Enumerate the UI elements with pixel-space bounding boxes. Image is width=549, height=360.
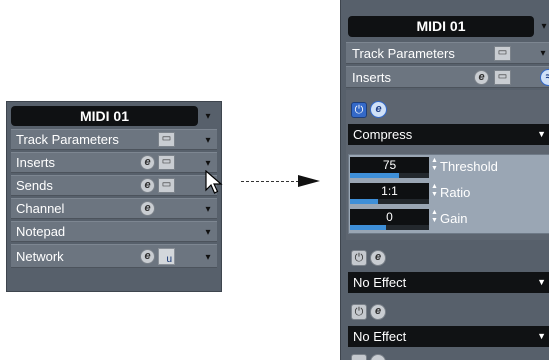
spin-arrows-icon[interactable]: ▲ ▼ <box>431 183 438 199</box>
expand-arrows-icon[interactable]: ▾ <box>203 253 213 263</box>
edit-icon[interactable]: e <box>370 101 387 118</box>
expand-arrows-icon[interactable]: ▾ <box>203 159 213 169</box>
edit-icon[interactable]: e <box>140 155 155 170</box>
section-label: Track Parameters <box>16 132 119 147</box>
mouse-pointer-icon <box>205 170 223 194</box>
preset-box-icon[interactable]: ▭ <box>494 46 511 61</box>
section-label: Sends <box>16 178 53 193</box>
power-icon[interactable]: ⏻ <box>351 102 367 118</box>
network-user-icon[interactable]: u <box>158 248 175 265</box>
section-notepad[interactable]: Notepad ▾ <box>11 221 217 242</box>
param-threshold[interactable]: 75 ▲ ▼ Threshold <box>349 155 549 181</box>
section-channel[interactable]: Channel e ▾ <box>11 198 217 219</box>
section-label: Inserts <box>352 70 392 85</box>
edit-icon[interactable] <box>370 354 386 360</box>
section-sends[interactable]: Sends e ▭ ▾ <box>11 175 217 196</box>
effect-parameters: 75 ▲ ▼ Threshold 1:1 ▲ ▼ Ratio 0 ▲ ▼ Gain <box>348 154 549 234</box>
preset-box-icon[interactable]: ▭ <box>158 155 175 170</box>
section-label: Network <box>16 249 64 264</box>
param-level-bar[interactable] <box>350 173 429 178</box>
param-ratio[interactable]: 1:1 ▲ ▼ Ratio <box>349 181 549 207</box>
section-label: Channel <box>16 201 65 216</box>
section-inserts[interactable]: Inserts e ▭ ≈ <box>346 66 549 88</box>
section-label: Inserts <box>16 155 56 170</box>
power-icon[interactable]: ⏻ <box>351 250 367 266</box>
preset-box-icon[interactable]: ▭ <box>158 132 175 147</box>
expand-arrows-icon[interactable]: ▾ <box>203 228 213 238</box>
power-icon[interactable]: ⏻ <box>351 304 367 320</box>
dropdown-arrow-icon: ▼ <box>537 129 546 139</box>
power-icon[interactable] <box>351 354 367 360</box>
track-name-field[interactable]: MIDI 01 <box>348 16 534 37</box>
collapse-section-icon[interactable]: ≈ <box>540 69 549 86</box>
effect-select-3[interactable]: No Effect ▼ <box>348 326 549 347</box>
section-network[interactable]: Network e u ▾ <box>11 244 217 268</box>
effect-select-1[interactable]: Compress ▼ <box>348 124 549 145</box>
edit-icon[interactable]: e <box>474 70 489 85</box>
param-label: Ratio <box>440 185 471 200</box>
edit-icon[interactable]: e <box>370 250 386 266</box>
spin-arrows-icon[interactable]: ▲ ▼ <box>431 157 438 173</box>
section-track-parameters[interactable]: Track Parameters ▭ ▾ <box>346 42 549 64</box>
edit-icon[interactable]: e <box>370 304 386 320</box>
preset-box-icon[interactable]: ▭ <box>494 70 511 85</box>
inspector-expanded: MIDI 01 ▾ Track Parameters ▭ ▾ Inserts e… <box>340 0 549 360</box>
param-label: Gain <box>440 211 468 226</box>
section-track-parameters[interactable]: Track Parameters ▭ ▾ <box>11 129 217 150</box>
dropdown-arrow-icon: ▼ <box>537 277 546 287</box>
param-value[interactable]: 1:1 <box>350 183 429 199</box>
inspector-collapsed: MIDI 01 ▾ Track Parameters ▭ ▾ Inserts e… <box>6 101 222 292</box>
dropdown-arrow-icon: ▼ <box>537 331 546 341</box>
connector-line <box>241 181 299 182</box>
track-name-field[interactable]: MIDI 01 <box>11 106 198 126</box>
section-label: Track Parameters <box>352 46 455 61</box>
effect-name: Compress <box>353 127 413 142</box>
effect-select-2[interactable]: No Effect ▼ <box>348 272 549 293</box>
section-label: Notepad <box>16 224 66 239</box>
param-value[interactable]: 0 <box>350 209 429 225</box>
edit-icon[interactable]: e <box>140 249 155 264</box>
param-gain[interactable]: 0 ▲ ▼ Gain <box>349 207 549 233</box>
connector-arrow-icon <box>298 175 320 187</box>
param-value[interactable]: 75 <box>350 157 429 173</box>
expand-arrows-icon[interactable]: ▾ <box>203 205 213 215</box>
param-level-fill <box>350 225 386 230</box>
param-level-bar[interactable] <box>350 225 429 230</box>
preset-box-icon[interactable]: ▭ <box>158 178 175 193</box>
effect-name: No Effect <box>353 329 407 344</box>
edit-icon[interactable]: e <box>140 178 155 193</box>
param-label: Threshold <box>440 159 498 174</box>
param-level-fill <box>350 199 378 204</box>
expand-arrows-icon[interactable]: ▾ <box>203 136 213 146</box>
param-level-fill <box>350 173 399 178</box>
expand-arrows-icon[interactable]: ▾ <box>538 49 548 59</box>
collapse-arrows-icon[interactable]: ▾ <box>539 22 549 32</box>
section-inserts[interactable]: Inserts e ▭ ▾ <box>11 152 217 173</box>
edit-icon[interactable]: e <box>140 201 155 216</box>
spin-arrows-icon[interactable]: ▲ ▼ <box>431 209 438 225</box>
param-level-bar[interactable] <box>350 199 429 204</box>
effect-name: No Effect <box>353 275 407 290</box>
collapse-arrows-icon[interactable]: ▾ <box>203 112 213 122</box>
